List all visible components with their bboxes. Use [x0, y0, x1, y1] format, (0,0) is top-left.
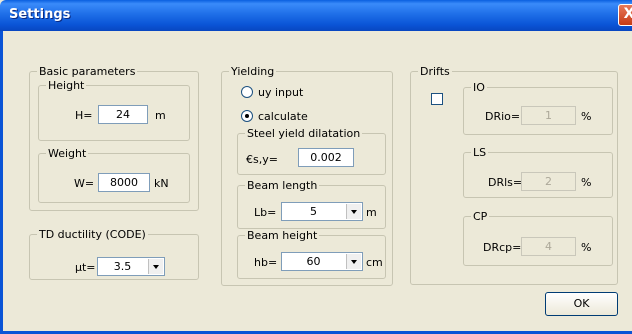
drifts-label: Drifts: [418, 65, 452, 78]
chevron-down-icon[interactable]: [346, 254, 361, 269]
yielding-label: Yielding: [229, 65, 277, 78]
beam-height-field-label: hb=: [254, 256, 278, 269]
height-unit: m: [155, 109, 166, 122]
cp-input[interactable]: 4: [521, 237, 576, 256]
beam-length-field-label: Lb=: [254, 206, 277, 219]
cp-label: CP: [471, 210, 490, 223]
steel-yield-label: Steel yield dilatation: [245, 127, 363, 140]
uy-input-label[interactable]: uy input: [258, 86, 303, 99]
uy-input-radio[interactable]: [241, 86, 253, 98]
td-ductility-label: TD ductility (CODE): [37, 228, 148, 241]
title-bar[interactable]: Settings X: [0, 0, 632, 31]
ls-label: LS: [471, 146, 489, 159]
io-input[interactable]: 1: [521, 106, 576, 125]
steel-yield-input[interactable]: 0.002: [298, 148, 354, 167]
height-field-label: H=: [75, 109, 93, 122]
settings-window: Settings X Basic parameters Height H= 24…: [0, 0, 632, 334]
ls-field-label: DRls=: [488, 176, 523, 189]
io-label: IO: [471, 81, 487, 94]
cp-unit: %: [581, 241, 592, 254]
weight-input[interactable]: 8000: [98, 173, 150, 192]
window-frame-left: [0, 31, 3, 334]
td-ductility-select[interactable]: 3.5: [97, 257, 165, 276]
close-icon[interactable]: X: [618, 4, 632, 26]
beam-length-label: Beam length: [245, 179, 320, 192]
steel-yield-field-label: €s,y=: [246, 153, 278, 166]
beam-height-unit: cm: [366, 256, 383, 269]
ls-unit: %: [581, 176, 592, 189]
io-field-label: DRio=: [485, 110, 521, 123]
window-title: Settings: [9, 7, 71, 22]
cp-field-label: DRcp=: [483, 241, 522, 254]
beam-length-value: 5: [310, 205, 317, 218]
calculate-label[interactable]: calculate: [258, 110, 308, 123]
beam-height-label: Beam height: [245, 229, 320, 242]
chevron-down-icon[interactable]: [346, 204, 361, 219]
weight-label: Weight: [46, 147, 89, 160]
weight-field-label: W=: [74, 177, 95, 190]
calculate-radio[interactable]: [241, 110, 253, 122]
height-label: Height: [46, 79, 87, 92]
weight-unit: kN: [154, 177, 169, 190]
height-input[interactable]: 24: [98, 105, 148, 124]
beam-length-unit: m: [366, 206, 377, 219]
ok-button[interactable]: OK: [545, 292, 618, 316]
beam-height-value: 60: [306, 255, 321, 268]
beam-height-select[interactable]: 60: [281, 252, 363, 271]
ls-input[interactable]: 2: [521, 172, 576, 191]
drifts-checkbox[interactable]: [431, 93, 443, 105]
td-ductility-value: 3.5: [113, 260, 132, 273]
td-ductility-field-label: µt=: [75, 261, 96, 274]
beam-length-select[interactable]: 5: [281, 202, 363, 221]
basic-parameters-label: Basic parameters: [37, 65, 138, 78]
chevron-down-icon[interactable]: [148, 259, 163, 274]
io-unit: %: [581, 110, 592, 123]
